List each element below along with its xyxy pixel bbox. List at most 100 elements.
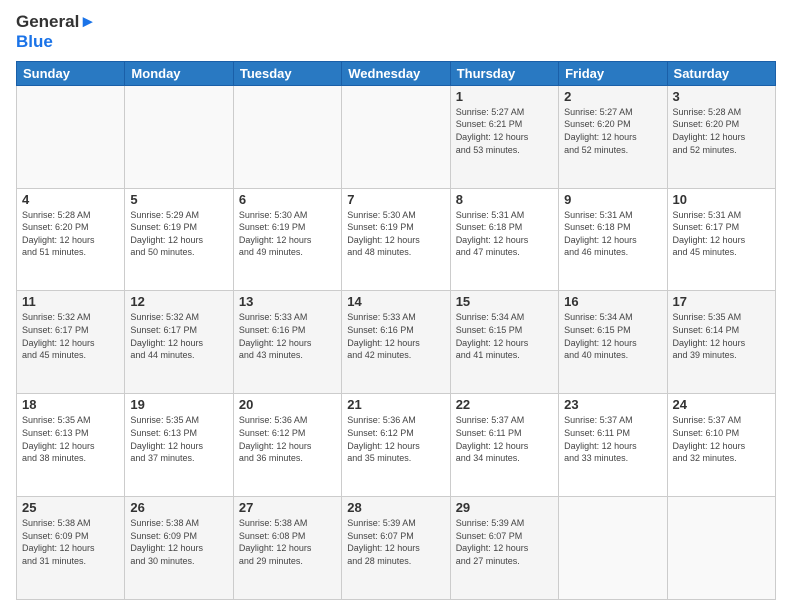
day-info: Sunrise: 5:31 AMSunset: 6:18 PMDaylight:… (456, 209, 553, 259)
day-number: 28 (347, 500, 444, 515)
day-number: 26 (130, 500, 227, 515)
calendar-cell (17, 85, 125, 188)
day-info: Sunrise: 5:34 AMSunset: 6:15 PMDaylight:… (564, 311, 661, 361)
day-info: Sunrise: 5:35 AMSunset: 6:13 PMDaylight:… (22, 414, 119, 464)
calendar-cell: 19 Sunrise: 5:35 AMSunset: 6:13 PMDayligh… (125, 394, 233, 497)
day-info: Sunrise: 5:27 AMSunset: 6:21 PMDaylight:… (456, 106, 553, 156)
calendar-cell: 10 Sunrise: 5:31 AMSunset: 6:17 PMDayligh… (667, 188, 775, 291)
day-number: 10 (673, 192, 770, 207)
weekday-header: Friday (559, 61, 667, 85)
calendar-cell: 18 Sunrise: 5:35 AMSunset: 6:13 PMDayligh… (17, 394, 125, 497)
day-number: 25 (22, 500, 119, 515)
day-info: Sunrise: 5:31 AMSunset: 6:18 PMDaylight:… (564, 209, 661, 259)
calendar-week-row: 25 Sunrise: 5:38 AMSunset: 6:09 PMDayligh… (17, 497, 776, 600)
day-info: Sunrise: 5:29 AMSunset: 6:19 PMDaylight:… (130, 209, 227, 259)
calendar-cell (667, 497, 775, 600)
calendar-cell: 24 Sunrise: 5:37 AMSunset: 6:10 PMDayligh… (667, 394, 775, 497)
logo-text: General► Blue (16, 12, 96, 53)
calendar-cell: 4 Sunrise: 5:28 AMSunset: 6:20 PMDaylight… (17, 188, 125, 291)
day-number: 2 (564, 89, 661, 104)
calendar-cell: 21 Sunrise: 5:36 AMSunset: 6:12 PMDayligh… (342, 394, 450, 497)
day-number: 17 (673, 294, 770, 309)
calendar-cell: 16Sunrise: 5:34 AMSunset: 6:15 PMDayligh… (559, 291, 667, 394)
day-number: 20 (239, 397, 336, 412)
day-info: Sunrise: 5:30 AMSunset: 6:19 PMDaylight:… (347, 209, 444, 259)
day-number: 19 (130, 397, 227, 412)
day-number: 3 (673, 89, 770, 104)
calendar-week-row: 4 Sunrise: 5:28 AMSunset: 6:20 PMDaylight… (17, 188, 776, 291)
day-number: 18 (22, 397, 119, 412)
calendar-cell: 25 Sunrise: 5:38 AMSunset: 6:09 PMDayligh… (17, 497, 125, 600)
calendar-cell: 28 Sunrise: 5:39 AMSunset: 6:07 PMDayligh… (342, 497, 450, 600)
day-number: 23 (564, 397, 661, 412)
day-info: Sunrise: 5:38 AMSunset: 6:08 PMDaylight:… (239, 517, 336, 567)
day-number: 13 (239, 294, 336, 309)
day-number: 24 (673, 397, 770, 412)
calendar-cell (125, 85, 233, 188)
day-info: Sunrise: 5:36 AMSunset: 6:12 PMDaylight:… (347, 414, 444, 464)
weekday-header: Wednesday (342, 61, 450, 85)
calendar-cell: 3 Sunrise: 5:28 AMSunset: 6:20 PMDaylight… (667, 85, 775, 188)
calendar-cell: 8 Sunrise: 5:31 AMSunset: 6:18 PMDaylight… (450, 188, 558, 291)
calendar-header-row: SundayMondayTuesdayWednesdayThursdayFrid… (17, 61, 776, 85)
calendar-cell: 1 Sunrise: 5:27 AMSunset: 6:21 PMDaylight… (450, 85, 558, 188)
day-info: Sunrise: 5:39 AMSunset: 6:07 PMDaylight:… (456, 517, 553, 567)
calendar-cell (559, 497, 667, 600)
day-info: Sunrise: 5:28 AMSunset: 6:20 PMDaylight:… (673, 106, 770, 156)
day-number: 22 (456, 397, 553, 412)
calendar-cell: 2 Sunrise: 5:27 AMSunset: 6:20 PMDaylight… (559, 85, 667, 188)
day-info: Sunrise: 5:36 AMSunset: 6:12 PMDaylight:… (239, 414, 336, 464)
day-info: Sunrise: 5:37 AMSunset: 6:11 PMDaylight:… (456, 414, 553, 464)
calendar-cell: 29 Sunrise: 5:39 AMSunset: 6:07 PMDayligh… (450, 497, 558, 600)
calendar-cell: 23 Sunrise: 5:37 AMSunset: 6:11 PMDayligh… (559, 394, 667, 497)
calendar-cell: 27 Sunrise: 5:38 AMSunset: 6:08 PMDayligh… (233, 497, 341, 600)
calendar-cell: 17Sunrise: 5:35 AMSunset: 6:14 PMDayligh… (667, 291, 775, 394)
day-number: 29 (456, 500, 553, 515)
calendar-table: SundayMondayTuesdayWednesdayThursdayFrid… (16, 61, 776, 600)
day-info: Sunrise: 5:32 AMSunset: 6:17 PMDaylight:… (22, 311, 119, 361)
weekday-header: Tuesday (233, 61, 341, 85)
day-info: Sunrise: 5:31 AMSunset: 6:17 PMDaylight:… (673, 209, 770, 259)
day-info: Sunrise: 5:34 AMSunset: 6:15 PMDaylight:… (456, 311, 553, 361)
day-info: Sunrise: 5:38 AMSunset: 6:09 PMDaylight:… (22, 517, 119, 567)
calendar-cell: 14Sunrise: 5:33 AMSunset: 6:16 PMDayligh… (342, 291, 450, 394)
calendar-cell: 20 Sunrise: 5:36 AMSunset: 6:12 PMDayligh… (233, 394, 341, 497)
day-info: Sunrise: 5:30 AMSunset: 6:19 PMDaylight:… (239, 209, 336, 259)
day-number: 11 (22, 294, 119, 309)
day-info: Sunrise: 5:27 AMSunset: 6:20 PMDaylight:… (564, 106, 661, 156)
logo: General► Blue (16, 12, 96, 53)
calendar-week-row: 18 Sunrise: 5:35 AMSunset: 6:13 PMDayligh… (17, 394, 776, 497)
calendar-cell: 22 Sunrise: 5:37 AMSunset: 6:11 PMDayligh… (450, 394, 558, 497)
day-number: 21 (347, 397, 444, 412)
day-info: Sunrise: 5:28 AMSunset: 6:20 PMDaylight:… (22, 209, 119, 259)
day-info: Sunrise: 5:32 AMSunset: 6:17 PMDaylight:… (130, 311, 227, 361)
weekday-header: Saturday (667, 61, 775, 85)
calendar-cell: 7Sunrise: 5:30 AMSunset: 6:19 PMDaylight… (342, 188, 450, 291)
day-info: Sunrise: 5:35 AMSunset: 6:13 PMDaylight:… (130, 414, 227, 464)
calendar-cell: 9Sunrise: 5:31 AMSunset: 6:18 PMDaylight… (559, 188, 667, 291)
day-number: 1 (456, 89, 553, 104)
calendar-cell: 13 Sunrise: 5:33 AMSunset: 6:16 PMDayligh… (233, 291, 341, 394)
day-info: Sunrise: 5:37 AMSunset: 6:10 PMDaylight:… (673, 414, 770, 464)
weekday-header: Monday (125, 61, 233, 85)
header: General► Blue (16, 12, 776, 53)
day-info: Sunrise: 5:38 AMSunset: 6:09 PMDaylight:… (130, 517, 227, 567)
day-number: 12 (130, 294, 227, 309)
day-number: 14 (347, 294, 444, 309)
day-info: Sunrise: 5:33 AMSunset: 6:16 PMDaylight:… (239, 311, 336, 361)
day-number: 5 (130, 192, 227, 207)
calendar-cell: 6 Sunrise: 5:30 AMSunset: 6:19 PMDaylight… (233, 188, 341, 291)
weekday-header: Thursday (450, 61, 558, 85)
day-info: Sunrise: 5:37 AMSunset: 6:11 PMDaylight:… (564, 414, 661, 464)
day-number: 6 (239, 192, 336, 207)
calendar-cell (342, 85, 450, 188)
day-number: 4 (22, 192, 119, 207)
weekday-header: Sunday (17, 61, 125, 85)
page: General► Blue SundayMondayTuesdayWednesd… (0, 0, 792, 612)
day-info: Sunrise: 5:39 AMSunset: 6:07 PMDaylight:… (347, 517, 444, 567)
day-number: 27 (239, 500, 336, 515)
calendar-cell: 12 Sunrise: 5:32 AMSunset: 6:17 PMDayligh… (125, 291, 233, 394)
calendar-cell: 15 Sunrise: 5:34 AMSunset: 6:15 PMDayligh… (450, 291, 558, 394)
day-number: 8 (456, 192, 553, 207)
day-number: 15 (456, 294, 553, 309)
